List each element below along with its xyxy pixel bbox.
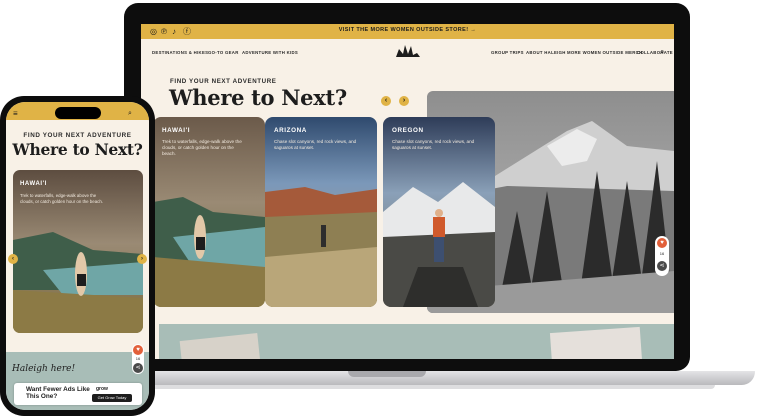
- card-title: HAWAI'I: [20, 181, 47, 187]
- card-title: ARIZONA: [274, 127, 307, 134]
- ad-banner[interactable]: Want Fewer Ads Like This One? grow Get G…: [14, 383, 142, 405]
- card-title: HAWAI'I: [162, 127, 191, 134]
- card-title: OREGON: [392, 127, 424, 134]
- heart-icon[interactable]: ♥: [133, 345, 143, 355]
- share-widget[interactable]: ♥ 16 ⋖: [132, 344, 144, 374]
- phone-dynamic-island: [55, 107, 101, 119]
- share-count: 16: [659, 251, 665, 256]
- get-grow-button[interactable]: Get Grow Today: [92, 394, 132, 402]
- card-description: Trek to waterfalls, edge-walk above the …: [20, 193, 103, 204]
- grow-logo: grow: [96, 386, 108, 392]
- card-description: Chase slot canyons, red rock views, and …: [392, 139, 475, 150]
- heart-icon[interactable]: ♥: [657, 238, 667, 248]
- card-description: Chase slot canyons, red rock views, and …: [274, 139, 357, 150]
- section-headline: Where to Next?: [12, 140, 143, 159]
- section-eyebrow: FIND YOUR NEXT ADVENTURE: [23, 132, 132, 139]
- carousel-prev-button[interactable]: ‹: [381, 96, 391, 106]
- section-headline: Where to Next?: [169, 85, 347, 110]
- search-icon[interactable]: ⌕: [128, 110, 132, 118]
- carousel-next-button[interactable]: ›: [137, 254, 147, 264]
- card-description: Trek to waterfalls, edge-walk above the …: [162, 139, 242, 156]
- nav-group-trips[interactable]: GROUP TRIPS: [491, 50, 524, 55]
- phone-screen: ≡ ⌕ FIND YOUR NEXT ADVENTURE Where to Ne…: [6, 102, 149, 410]
- decorative-photo: [549, 326, 643, 359]
- share-count: 16: [135, 356, 141, 361]
- share-widget[interactable]: ♥ 16 ⋖: [655, 236, 669, 276]
- destination-card-hawaii[interactable]: HAWAI'I Trek to waterfalls, edge-walk ab…: [13, 170, 143, 333]
- laptop-opening-notch: [348, 371, 426, 377]
- nav-destinations-hikes[interactable]: DESTINATIONS & HIKES: [152, 50, 208, 55]
- hamburger-menu-icon[interactable]: ≡: [13, 109, 18, 118]
- laptop-screen: ◎ ℗ ♪ ⓕ VISIT THE MORE WOMEN OUTSIDE STO…: [141, 24, 674, 359]
- nav-collaborate[interactable]: COLLABORATE: [637, 50, 673, 55]
- section-eyebrow: FIND YOUR NEXT ADVENTURE: [170, 78, 277, 85]
- nav-merch[interactable]: MORE WOMEN OUTSIDE MERCH: [567, 50, 642, 55]
- nav-adventure-with-kids[interactable]: ADVENTURE WITH KIDS: [242, 50, 298, 55]
- destination-card-oregon[interactable]: OREGON Chase slot canyons, red rock view…: [383, 117, 495, 307]
- search-icon[interactable]: ⌕: [660, 47, 664, 57]
- top-announcement-bar: ◎ ℗ ♪ ⓕ VISIT THE MORE WOMEN OUTSIDE STO…: [141, 24, 674, 39]
- nav-about-haleigh[interactable]: ABOUT HALEIGH: [526, 50, 566, 55]
- carousel-prev-button[interactable]: ‹: [8, 254, 18, 264]
- ad-text: Want Fewer Ads Like This One?: [26, 386, 90, 400]
- nav-go-to-gear[interactable]: GO-TO GEAR: [208, 50, 239, 55]
- carousel-next-button[interactable]: ›: [399, 96, 409, 106]
- sunburst-logo[interactable]: [393, 41, 423, 59]
- store-promo-link[interactable]: VISIT THE MORE WOMEN OUTSIDE STORE! →: [141, 27, 674, 33]
- destination-card-hawaii[interactable]: HAWAI'I Trek to waterfalls, edge-walk ab…: [153, 117, 265, 307]
- share-icon[interactable]: ⋖: [657, 261, 667, 271]
- greeting-script: Haleigh here!: [12, 364, 76, 374]
- destination-card-arizona[interactable]: ARIZONA Chase slot canyons, red rock vie…: [265, 117, 377, 307]
- laptop-shadow: [130, 385, 715, 389]
- share-icon[interactable]: ⋖: [133, 363, 143, 373]
